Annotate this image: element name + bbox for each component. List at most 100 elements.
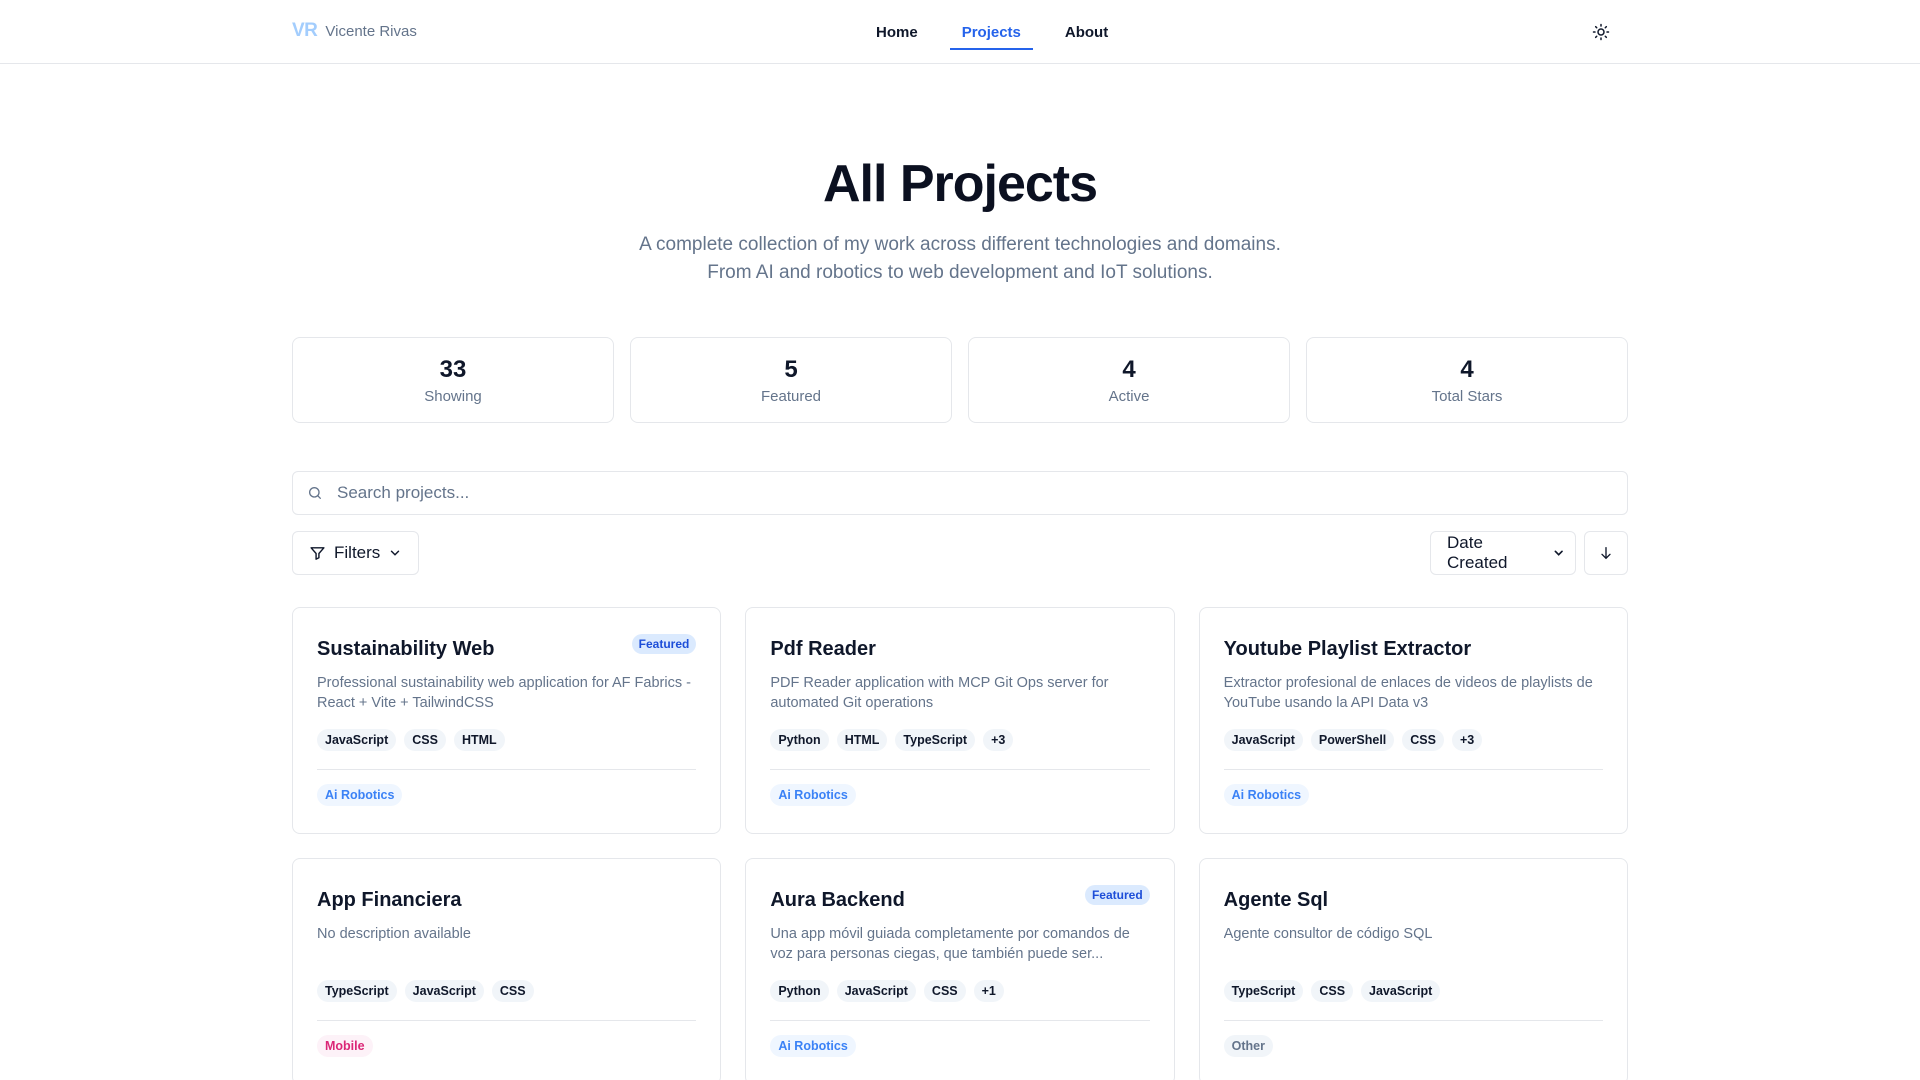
category-badge: Mobile [317, 1035, 373, 1058]
sort-select[interactable]: Date Created [1430, 531, 1576, 576]
more-tags-badge: +3 [983, 729, 1014, 752]
stat-label: Showing [424, 387, 482, 405]
tech-tags: TypeScript JavaScript CSS [317, 980, 696, 1003]
project-description: Agente consultor de código SQL [1223, 926, 1433, 943]
stat-value: 33 [439, 355, 467, 383]
stat-active: 4 Active [968, 337, 1290, 424]
sort-direction-button[interactable] [1584, 531, 1628, 576]
featured-badge: Featured [1084, 885, 1150, 906]
stats-row: 33 Showing 5 Featured 4 Active 4 Total S… [292, 337, 1628, 424]
divider [317, 1020, 697, 1022]
page-subtitle: A complete collection of my work across … [0, 231, 1920, 287]
category-badge: Ai Robotics [317, 784, 403, 807]
subtitle-line-2: From AI and robotics to web development … [707, 262, 1213, 284]
project-card[interactable]: Aura Backend Featured Una app móvil guia… [745, 858, 1175, 1080]
divider [770, 769, 1150, 771]
logo[interactable]: VR [292, 20, 318, 42]
tech-tag: CSS [1311, 980, 1354, 1003]
tech-tag: JavaScript [317, 729, 397, 752]
category-badge: Ai Robotics [770, 1035, 856, 1058]
search-input[interactable] [337, 483, 1613, 504]
tech-tag: CSS [404, 729, 446, 752]
divider [770, 1020, 1150, 1022]
project-title[interactable]: App Financiera [317, 889, 461, 912]
theme-toggle-button[interactable] [1586, 18, 1616, 46]
sun-icon [1592, 23, 1610, 41]
tech-tag: HTML [453, 729, 505, 752]
category-badge: Ai Robotics [770, 784, 856, 807]
tech-tag: CSS [923, 980, 966, 1003]
project-card[interactable]: Pdf Reader PDF Reader application with M… [745, 607, 1175, 835]
nav-home[interactable]: Home [864, 0, 930, 64]
project-title[interactable]: Pdf Reader [770, 638, 876, 661]
project-card[interactable]: Sustainability Web Featured Professional… [292, 607, 722, 835]
tech-tag: HTML [836, 729, 888, 752]
projects-grid: Sustainability Web Featured Professional… [292, 607, 1628, 1080]
nav-about[interactable]: About [1053, 0, 1120, 64]
tech-tags: Python JavaScript CSS +1 [770, 980, 1149, 1003]
stat-label: Total Stars [1431, 387, 1503, 405]
stat-showing: 33 Showing [292, 337, 614, 424]
tech-tag: PowerShell [1310, 729, 1395, 752]
tech-tag: JavaScript [404, 980, 484, 1003]
filter-icon [310, 546, 325, 560]
chevron-down-icon [1554, 550, 1563, 557]
project-description: No description available [317, 926, 471, 943]
project-title[interactable]: Aura Backend [770, 889, 905, 912]
hero: All Projects A complete collection of my… [0, 64, 1920, 287]
project-title[interactable]: Youtube Playlist Extractor [1224, 638, 1471, 661]
controls-row: Filters Date Created [292, 531, 1628, 576]
tech-tag: JavaScript [836, 980, 916, 1003]
tech-tag: TypeScript [1223, 980, 1304, 1003]
tech-tags: TypeScript CSS JavaScript [1223, 980, 1603, 1003]
sort-controls: Date Created [1430, 531, 1628, 576]
project-card[interactable]: Agente Sql Agente consultor de código SQ… [1198, 858, 1628, 1080]
page-title: All Projects [822, 155, 1098, 213]
filters-button[interactable]: Filters [292, 531, 420, 576]
stat-total-stars: 4 Total Stars [1306, 337, 1628, 424]
project-title[interactable]: Sustainability Web [317, 638, 494, 661]
sort-selected-value: Date Created [1447, 533, 1508, 573]
project-card[interactable]: Youtube Playlist Extractor Extractor pro… [1198, 607, 1628, 835]
brand[interactable]: VR Vicente Rivas [292, 20, 417, 42]
tech-tag: TypeScript [317, 980, 397, 1003]
main-nav: Home Projects About [864, 0, 1120, 64]
category-badge: Other [1223, 1035, 1273, 1058]
project-description: PDF Reader application with MCP Git Ops … [770, 675, 1109, 712]
more-tags-badge: +3 [1451, 729, 1483, 752]
search-bar [292, 471, 1628, 516]
project-description: Una app móvil guiada completamente por c… [770, 926, 1130, 963]
divider [317, 769, 697, 771]
project-description: Extractor profesional de enlaces de vide… [1223, 675, 1593, 712]
stat-label: Featured [760, 387, 822, 405]
stat-value: 4 [1460, 355, 1474, 383]
project-title[interactable]: Agente Sql [1224, 889, 1328, 912]
stat-value: 5 [784, 355, 798, 383]
tech-tag: JavaScript [1223, 729, 1303, 752]
tech-tag: Python [770, 980, 829, 1003]
category-badge: Ai Robotics [1223, 784, 1310, 807]
tech-tag: CSS [1402, 729, 1444, 752]
brand-name[interactable]: Vicente Rivas [325, 23, 416, 40]
nav-projects[interactable]: Projects [949, 0, 1034, 64]
tech-tag: Python [770, 729, 829, 752]
chevron-down-icon [391, 550, 400, 556]
stat-label: Active [1108, 387, 1150, 405]
tech-tags: Python HTML TypeScript +3 [770, 729, 1149, 752]
project-card[interactable]: App Financiera No description available … [292, 858, 722, 1080]
divider [1223, 1020, 1603, 1022]
stat-value: 4 [1122, 355, 1136, 383]
tech-tag: JavaScript [1361, 980, 1441, 1003]
top-navbar: VR Vicente Rivas Home Projects About [0, 0, 1920, 64]
divider [1223, 769, 1603, 771]
more-tags-badge: +1 [973, 980, 1004, 1003]
tech-tags: JavaScript CSS HTML [317, 729, 696, 752]
tech-tag: TypeScript [895, 729, 976, 752]
stat-featured: 5 Featured [630, 337, 952, 424]
arrow-down-icon [1601, 547, 1611, 560]
search-icon [309, 487, 321, 500]
subtitle-line-1: A complete collection of my work across … [639, 234, 1281, 256]
project-description: Professional sustainability web applicat… [317, 675, 691, 712]
tech-tag: CSS [491, 980, 534, 1003]
filters-label: Filters [334, 543, 381, 563]
